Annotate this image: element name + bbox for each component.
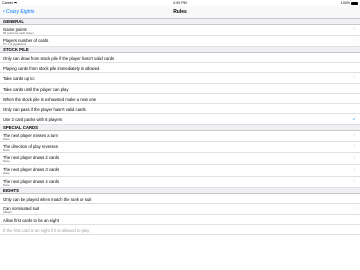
chevron-right-icon: › <box>353 132 355 139</box>
row-eights-first-card[interactable]: Allow first cards to be an eight <box>0 215 360 225</box>
chevron-right-icon: › <box>353 26 355 33</box>
row-title: When the stock pile is exhausted make a … <box>3 96 97 102</box>
row-two-packs-six-players[interactable]: Use 2 card packs with 6 players ✓ <box>0 114 360 125</box>
row-subtitle: None <box>3 147 10 152</box>
row-special-draw-3[interactable]: The next player draws 3 cards None › <box>0 165 360 177</box>
battery-icon <box>351 1 358 5</box>
row-subtitle: Always <box>3 209 12 214</box>
chevron-right-icon: › <box>353 74 355 81</box>
row-subtitle: 50 points for each player <box>3 30 34 35</box>
chevron-right-icon: › <box>353 143 355 150</box>
checkmark-icon: ✓ <box>352 116 356 122</box>
chevron-right-icon: › <box>353 37 355 44</box>
row-eights-nominate-suit[interactable]: Can nominated suit Always › <box>0 204 360 215</box>
page-title: Rules <box>173 9 187 15</box>
chevron-right-icon: › <box>353 205 355 212</box>
row-special-miss-turn[interactable]: The next player misses a turn None › <box>0 131 360 142</box>
row-take-until-play[interactable]: Take cards until the player can play <box>0 84 360 94</box>
chevron-right-icon: › <box>353 155 355 161</box>
row-title: Only can be played when match the rank o… <box>3 196 92 202</box>
row-eights-first-card-play[interactable]: If the first card is an eight if it is a… <box>0 225 360 235</box>
row-game-points[interactable]: Game points 50 points for each player › <box>0 25 360 36</box>
row-title: Only can draw from stock pile if the pla… <box>3 55 115 61</box>
row-title: Playing cards from stock pile immediatel… <box>3 65 100 71</box>
row-title: Only can pass if the player hasn't valid… <box>3 106 86 112</box>
row-title: Take cards up to: <box>3 75 35 81</box>
row-special-draw-4[interactable]: The next player draws 4 cards None › <box>0 177 360 188</box>
row-title: Use 2 card packs with 6 players <box>3 116 63 122</box>
row-new-stock-pile[interactable]: When the stock pile is exhausted make a … <box>0 94 360 104</box>
chevron-right-icon: › <box>353 178 355 185</box>
row-subtitle: 3 x 7 (2 jugadores) <box>3 41 27 46</box>
row-subtitle: None <box>3 170 10 175</box>
row-players-cards[interactable]: Players number of cards 3 x 7 (2 jugador… <box>0 36 360 47</box>
row-special-draw-2[interactable]: The next player draws 2 cards None › <box>0 153 360 165</box>
row-play-from-stock[interactable]: Playing cards from stock pile immediatel… <box>0 63 360 73</box>
row-subtitle: None <box>3 136 10 141</box>
chevron-right-icon: › <box>353 167 355 173</box>
row-subtitle: None <box>3 182 10 187</box>
row-special-reverse[interactable]: The direction of play reverses None › <box>0 142 360 153</box>
row-pass-only-if-no-valid[interactable]: Only can pass if the player hasn't valid… <box>0 104 360 114</box>
row-title: Take cards until the player can play <box>3 86 69 92</box>
settings-table[interactable]: GENERAL Game points 50 points for each p… <box>0 19 360 270</box>
row-draw-only-if-no-valid[interactable]: Only can draw from stock pile if the pla… <box>0 53 360 63</box>
row-take-cards-up-to[interactable]: Take cards up to: › <box>0 73 360 84</box>
navigation-bar: ‹Crazy Eights Rules <box>0 6 360 19</box>
row-subtitle: None <box>3 158 10 163</box>
row-title: If the first card is an eight if it is a… <box>3 227 90 233</box>
row-title: Allow first cards to be an eight <box>3 217 59 223</box>
row-eights-match-rank[interactable]: Only can be played when match the rank o… <box>0 194 360 204</box>
